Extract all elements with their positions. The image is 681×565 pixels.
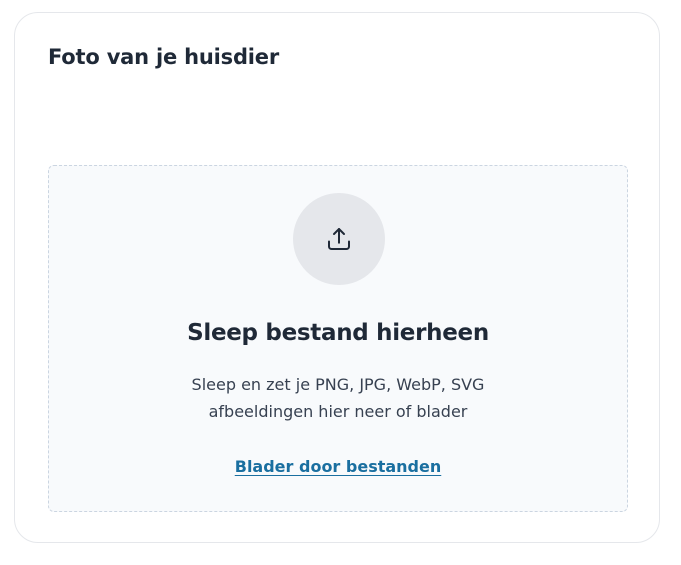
browse-files-link[interactable]: Blader door bestanden xyxy=(235,457,442,476)
card-title: Foto van je huisdier xyxy=(48,45,279,69)
dropzone-title: Sleep bestand hierheen xyxy=(187,320,489,346)
browse-files-link-wrapper: Blader door bestanden xyxy=(49,457,627,476)
dropzone-description: Sleep en zet je PNG, JPG, WebP, SVG afbe… xyxy=(191,375,485,421)
file-dropzone[interactable]: Sleep bestand hierheen Sleep en zet je P… xyxy=(48,165,628,512)
upload-icon xyxy=(328,228,350,250)
upload-card: Foto van je huisdier Sleep bestand hierh… xyxy=(14,12,660,543)
upload-icon-circle xyxy=(293,193,385,285)
